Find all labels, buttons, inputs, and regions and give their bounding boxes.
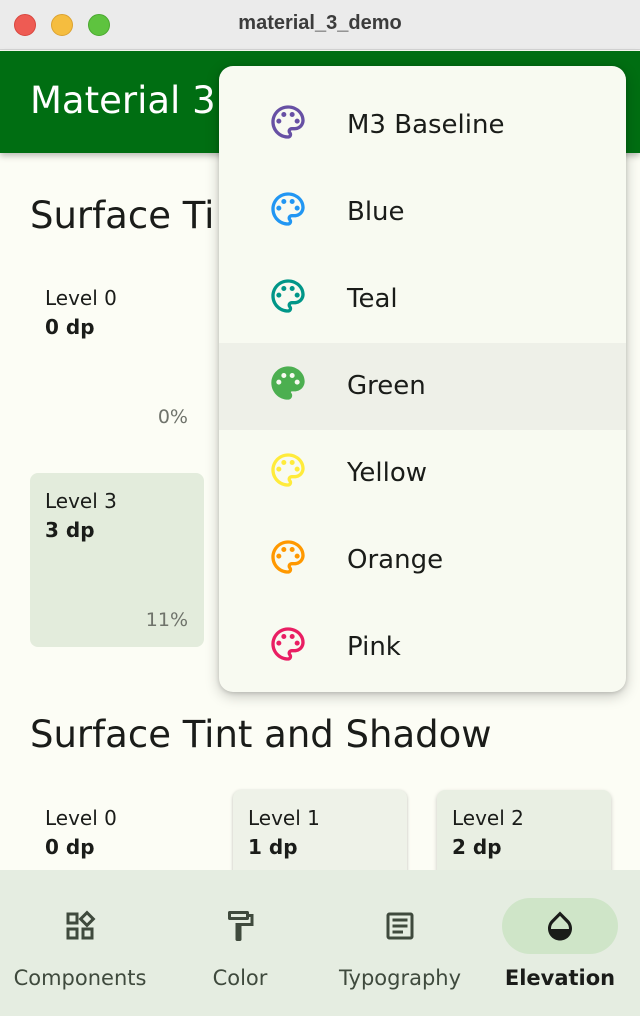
nav-item-elevation[interactable]: Elevation — [480, 870, 640, 1016]
color-seed-menu: M3 Baseline Blue Teal Green Yellow Orang… — [219, 66, 626, 692]
card-dp-label: 0 dp — [45, 315, 95, 339]
palette-icon — [268, 189, 308, 229]
menu-item-teal[interactable]: Teal — [219, 256, 626, 343]
widgets-icon — [22, 898, 138, 954]
menu-item-blue[interactable]: Blue — [219, 169, 626, 256]
section-title-surface-tint: Surface Ti — [30, 194, 215, 237]
card-level-label: Level 0 — [45, 806, 117, 830]
menu-item-label: Green — [347, 371, 426, 401]
section-title-surface-tint-shadow: Surface Tint and Shadow — [30, 713, 492, 756]
palette-icon — [268, 363, 308, 403]
menu-item-pink[interactable]: Pink — [219, 604, 626, 691]
app-bar-title: Material 3 — [30, 79, 216, 122]
menu-item-label: Teal — [347, 284, 398, 314]
nav-label: Elevation — [504, 966, 616, 990]
card-dp-label: 1 dp — [248, 835, 298, 859]
window-titlebar: material_3_demo — [0, 0, 640, 50]
card-level-label: Level 1 — [248, 806, 320, 830]
card-dp-label: 3 dp — [45, 518, 95, 542]
opacity-icon — [502, 898, 618, 954]
palette-icon — [268, 276, 308, 316]
nav-item-components[interactable]: Components — [0, 870, 160, 1016]
card-tint-percent: 11% — [145, 609, 188, 631]
menu-item-label: Blue — [347, 197, 405, 227]
menu-item-green[interactable]: Green — [219, 343, 626, 430]
card-dp-label: 2 dp — [452, 835, 502, 859]
menu-item-label: Yellow — [347, 458, 428, 488]
palette-icon — [268, 537, 308, 577]
menu-item-label: Orange — [347, 545, 444, 575]
palette-icon — [268, 102, 308, 142]
card-level-label: Level 0 — [45, 286, 117, 310]
elevation-card-level-0: Level 0 0 dp 0% — [30, 270, 204, 444]
palette-icon — [268, 624, 308, 664]
menu-item-orange[interactable]: Orange — [219, 517, 626, 604]
elevation-card-level-3: Level 3 3 dp 11% — [30, 473, 204, 647]
menu-item-yellow[interactable]: Yellow — [219, 430, 626, 517]
nav-label: Components — [13, 966, 147, 990]
nav-label: Typography — [338, 966, 462, 990]
card-dp-label: 0 dp — [45, 835, 95, 859]
window-title: material_3_demo — [238, 12, 402, 34]
article-icon — [342, 898, 458, 954]
card-tint-percent: 0% — [157, 406, 188, 428]
nav-item-typography[interactable]: Typography — [320, 870, 480, 1016]
bottom-navigation-bar: Components Color Typography Elevation — [0, 870, 640, 1016]
format-paint-icon — [182, 898, 298, 954]
menu-item-m3-baseline[interactable]: M3 Baseline — [219, 82, 626, 169]
menu-item-label: M3 Baseline — [347, 110, 505, 140]
nav-item-color[interactable]: Color — [160, 870, 320, 1016]
palette-icon — [268, 450, 308, 490]
menu-item-label: Pink — [347, 632, 401, 662]
card-level-label: Level 3 — [45, 489, 117, 513]
nav-label: Color — [212, 966, 268, 990]
card-level-label: Level 2 — [452, 806, 524, 830]
